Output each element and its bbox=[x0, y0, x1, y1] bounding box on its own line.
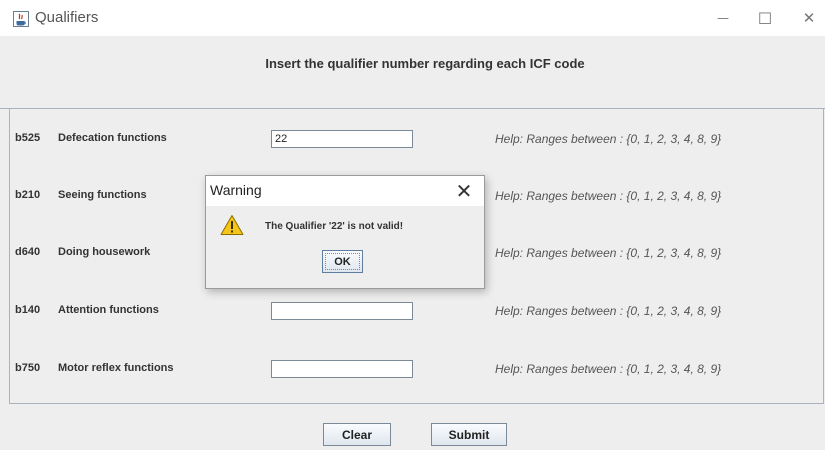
qualifier-input-b525[interactable] bbox=[271, 130, 413, 148]
help-text: Help: Ranges between : {0, 1, 2, 3, 4, 8… bbox=[495, 132, 722, 146]
close-icon: ✕ bbox=[802, 9, 816, 27]
instruction-panel: Insert the qualifier number regarding ea… bbox=[0, 36, 825, 109]
icf-code: b525 bbox=[15, 132, 41, 144]
dialog-close-button[interactable]: ✕ bbox=[450, 178, 478, 204]
minimize-icon: — bbox=[717, 11, 729, 25]
icf-name: Motor reflex functions bbox=[58, 362, 174, 374]
qualifier-row-b750: b750 Motor reflex functions Help: Ranges… bbox=[10, 360, 823, 380]
help-text: Help: Ranges between : {0, 1, 2, 3, 4, 8… bbox=[495, 362, 722, 376]
close-button[interactable]: ✕ bbox=[786, 0, 825, 36]
dialog-message: The Qualifier '22' is not valid! bbox=[265, 221, 404, 232]
window-titlebar: Qualifiers — ☐ ✕ bbox=[0, 0, 825, 36]
java-icon bbox=[13, 11, 29, 27]
minimize-button[interactable]: — bbox=[700, 0, 746, 36]
maximize-icon: ☐ bbox=[757, 8, 773, 28]
dialog-titlebar: Warning ✕ bbox=[206, 176, 484, 206]
icf-name: Doing housework bbox=[58, 246, 151, 258]
dialog-title: Warning bbox=[210, 182, 262, 198]
icf-code: b140 bbox=[15, 304, 41, 316]
icf-code: b210 bbox=[15, 189, 41, 201]
warning-icon bbox=[220, 215, 244, 235]
close-icon: ✕ bbox=[455, 179, 473, 203]
window-title: Qualifiers bbox=[35, 9, 99, 26]
icf-code: d640 bbox=[15, 246, 41, 258]
maximize-button[interactable]: ☐ bbox=[742, 0, 788, 36]
warning-dialog: Warning ✕ The Qualifier '22' is not vali… bbox=[205, 175, 485, 289]
icf-name: Attention functions bbox=[58, 304, 159, 316]
instruction-text: Insert the qualifier number regarding ea… bbox=[265, 56, 585, 71]
help-text: Help: Ranges between : {0, 1, 2, 3, 4, 8… bbox=[495, 189, 722, 203]
help-text: Help: Ranges between : {0, 1, 2, 3, 4, 8… bbox=[495, 246, 722, 260]
qualifier-row-b140: b140 Attention functions Help: Ranges be… bbox=[10, 302, 823, 322]
help-text: Help: Ranges between : {0, 1, 2, 3, 4, 8… bbox=[495, 304, 722, 318]
submit-button[interactable]: Submit bbox=[431, 423, 507, 446]
clear-button[interactable]: Clear bbox=[323, 423, 391, 446]
icf-name: Seeing functions bbox=[58, 189, 147, 201]
qualifier-input-b140[interactable] bbox=[271, 302, 413, 320]
qualifier-row-b525: b525 Defecation functions Help: Ranges b… bbox=[10, 130, 823, 150]
ok-button[interactable]: OK bbox=[322, 250, 363, 273]
icf-name: Defecation functions bbox=[58, 132, 167, 144]
qualifier-input-b750[interactable] bbox=[271, 360, 413, 378]
icf-code: b750 bbox=[15, 362, 41, 374]
